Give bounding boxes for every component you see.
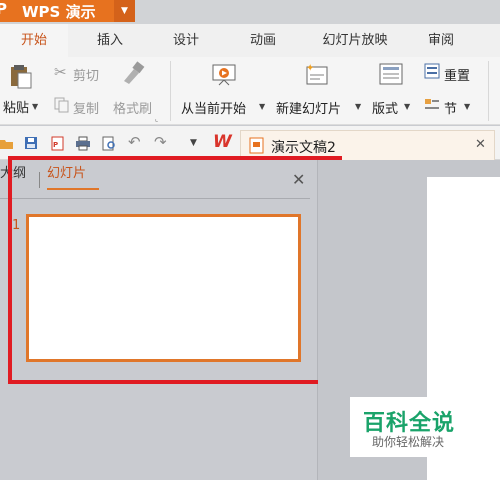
section-button[interactable]: 节	[444, 98, 457, 117]
customize-dropdown-icon[interactable]: ▼	[190, 138, 197, 148]
format-painter-button[interactable]: 格式刷	[113, 98, 152, 117]
paste-button[interactable]: 粘贴	[3, 97, 29, 116]
copy-button[interactable]: 复制	[73, 98, 99, 117]
layout-dropdown-icon[interactable]: ▼	[404, 102, 410, 111]
layout-button[interactable]: 版式	[372, 98, 398, 117]
cut-button[interactable]: 剪切	[73, 65, 99, 84]
document-tab-title: 演示文稿2	[271, 140, 336, 156]
separator	[170, 61, 171, 121]
scissors-icon: ✂	[54, 63, 67, 81]
section-dropdown-icon[interactable]: ▼	[464, 102, 470, 111]
tab-review[interactable]: 审阅	[413, 24, 469, 57]
wps-logo-icon: P	[0, 0, 7, 18]
ribbon-home: 粘贴 ▼ ✂ 剪切 复制 格式刷 ⌞ 从当前开始 ▼ ✦ 新建幻灯片 ▼ 版式	[0, 57, 500, 125]
new-slide-dropdown-icon[interactable]: ▼	[355, 102, 361, 111]
reset-icon	[424, 63, 440, 79]
svg-text:P: P	[53, 141, 58, 149]
watermark-logo: 百科全说 助你轻松解决	[350, 397, 464, 457]
redo-icon[interactable]: ↷	[154, 133, 167, 151]
ribbon-tab-bar: 开始 插入 设计 动画 幻灯片放映 审阅	[0, 24, 500, 57]
from-current-button[interactable]: 从当前开始	[181, 98, 246, 117]
save-icon[interactable]	[24, 136, 38, 150]
from-current-dropdown-icon[interactable]: ▼	[259, 102, 265, 111]
print-preview-icon[interactable]	[102, 136, 117, 151]
new-slide-button[interactable]: 新建幻灯片	[276, 98, 341, 117]
tab-insert[interactable]: 插入	[82, 24, 138, 57]
paste-dropdown-icon[interactable]: ▼	[32, 102, 38, 111]
copy-icon	[54, 97, 69, 113]
reset-button[interactable]: 重置	[444, 65, 470, 84]
wps-home-icon[interactable]: W	[213, 132, 232, 152]
clipboard-launcher-icon[interactable]: ⌞	[155, 115, 158, 123]
tab-design[interactable]: 设计	[158, 24, 214, 57]
presentation-file-icon	[249, 137, 264, 154]
tab-home[interactable]: 开始	[0, 24, 68, 57]
format-painter-icon	[124, 61, 145, 84]
section-icon	[425, 99, 439, 109]
app-menu-button[interactable]: P WPS 演示 ▼	[0, 0, 135, 22]
slideshow-from-current-icon	[212, 64, 236, 86]
print-icon[interactable]	[75, 136, 91, 151]
close-icon[interactable]: ✕	[475, 137, 486, 152]
tab-slideshow[interactable]: 幻灯片放映	[307, 24, 403, 57]
new-slide-icon: ✦	[306, 63, 328, 85]
paste-icon[interactable]	[8, 63, 32, 89]
layout-icon	[379, 63, 403, 85]
open-folder-icon[interactable]	[0, 137, 14, 150]
undo-icon[interactable]: ↶	[128, 133, 141, 151]
highlight-annotation-box	[8, 156, 342, 384]
watermark-subtitle: 助你轻松解决	[372, 435, 445, 449]
app-title: WPS 演示	[22, 3, 96, 21]
separator	[488, 61, 489, 121]
export-pdf-icon[interactable]: P	[50, 136, 65, 151]
svg-text:✦: ✦	[306, 63, 314, 74]
tab-animation[interactable]: 动画	[235, 24, 291, 57]
chevron-down-icon[interactable]: ▼	[114, 0, 135, 22]
